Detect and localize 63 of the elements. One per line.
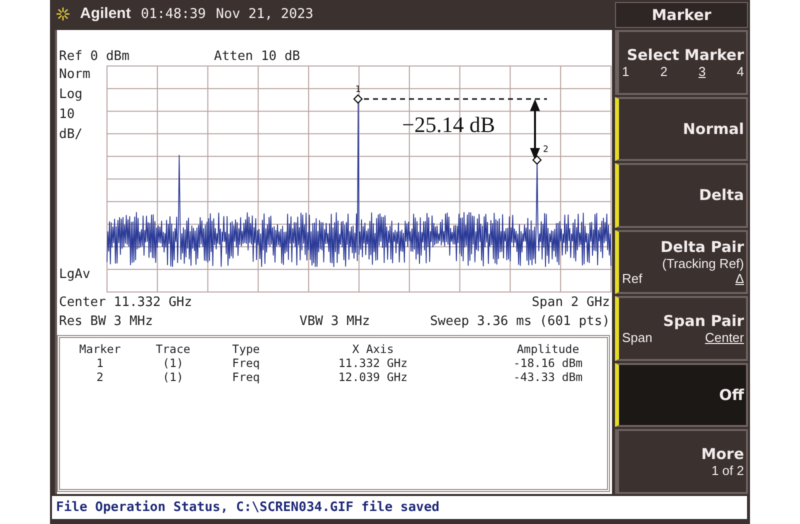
softkey-label: Normal (682, 120, 744, 138)
softkey-label: Delta (698, 186, 744, 204)
span-value: Span 2 GHz (532, 295, 610, 310)
delta-annotation: −25.14 dB (402, 112, 496, 138)
column-header: Trace (154, 342, 192, 356)
softkey-option: 4 (736, 64, 744, 79)
attenuation-label: Atten 10 dB (214, 49, 300, 65)
reference-level: Ref 0 dBm (59, 49, 130, 65)
softkey-option: Ref (622, 271, 642, 286)
starburst-logo-icon (56, 6, 70, 20)
video-bandwidth: VBW 3 MHz (300, 314, 370, 329)
column-header: X Axis (351, 342, 395, 356)
softkey-label: More (701, 445, 744, 464)
softkey[interactable]: Delta Pair (Tracking Ref) Ref Δ (615, 230, 748, 294)
softkey[interactable]: Delta (615, 163, 748, 228)
status-message: File Operation Status, C:\SCREN034.GIF file saved (56, 500, 440, 515)
softkey[interactable]: Normal (615, 96, 748, 162)
scale-label: dB/ (59, 126, 84, 144)
double-arrow (530, 99, 540, 160)
table-cell-text: 2 (96, 370, 104, 384)
brand-name: Agilent (80, 5, 131, 22)
softkey-option: 1 (622, 64, 630, 79)
softkey-option: Span (622, 330, 652, 346)
softkey[interactable]: Select Marker 1 2 3 4 (615, 30, 748, 95)
softkey-option: 3 (698, 64, 706, 79)
table-cell-text: 12.039 GHz (337, 370, 409, 384)
table-cell-text: 11.332 GHz (337, 356, 409, 370)
detector-label: LgAv (59, 267, 92, 283)
page-indicator: 1 of 2 (711, 463, 744, 478)
sweep-time: Sweep 3.36 ms (601 pts) (430, 314, 610, 329)
table-cell-text: (1) (162, 356, 184, 370)
table-cell-text: -18.16 dBm (512, 356, 584, 370)
resolution-bandwidth: Res BW 3 MHz (59, 314, 153, 329)
center-frequency: Center 11.332 GHz (59, 295, 192, 310)
softkey-option: 2 (660, 64, 668, 79)
clock-time: 01:48:39 (140, 6, 206, 22)
softkey-label: Delta Pair (660, 238, 744, 256)
date-text: Nov 21, 2023 (216, 6, 314, 22)
table-cell-text: Freq (231, 356, 261, 370)
marker-number: 2 (543, 145, 548, 155)
softkey-option: Δ (735, 271, 744, 286)
table-cell-text: Freq (231, 370, 261, 384)
softkey[interactable]: Span Pair Span Center (615, 296, 748, 361)
column-header: Type (231, 342, 261, 356)
marker-diamond-icon (353, 94, 363, 104)
table-cell-text: 1 (96, 356, 104, 370)
column-header: Marker (78, 342, 122, 356)
table-cell-text: -43.33 dBm (512, 370, 584, 384)
softkey-label: Off (719, 386, 744, 404)
scale-label: Norm (59, 66, 92, 84)
table-cell-text: (1) (162, 370, 184, 384)
menu-title: Marker (615, 2, 748, 28)
softkey-sublabel: (Tracking Ref) (662, 256, 744, 272)
marker-diamond-icon (532, 155, 542, 165)
softkey-label: Select Marker (626, 46, 744, 64)
marker-number: 1 (355, 85, 361, 95)
softkey-option: Center (704, 330, 744, 346)
softkey-label: Span Pair (663, 312, 744, 330)
scale-label: Log (59, 86, 84, 104)
softkey[interactable]: Off (615, 362, 748, 428)
column-header: Amplitude (516, 342, 580, 356)
softkey[interactable]: More 1 of 2 (615, 429, 748, 494)
scale-label: 10 (59, 106, 76, 124)
